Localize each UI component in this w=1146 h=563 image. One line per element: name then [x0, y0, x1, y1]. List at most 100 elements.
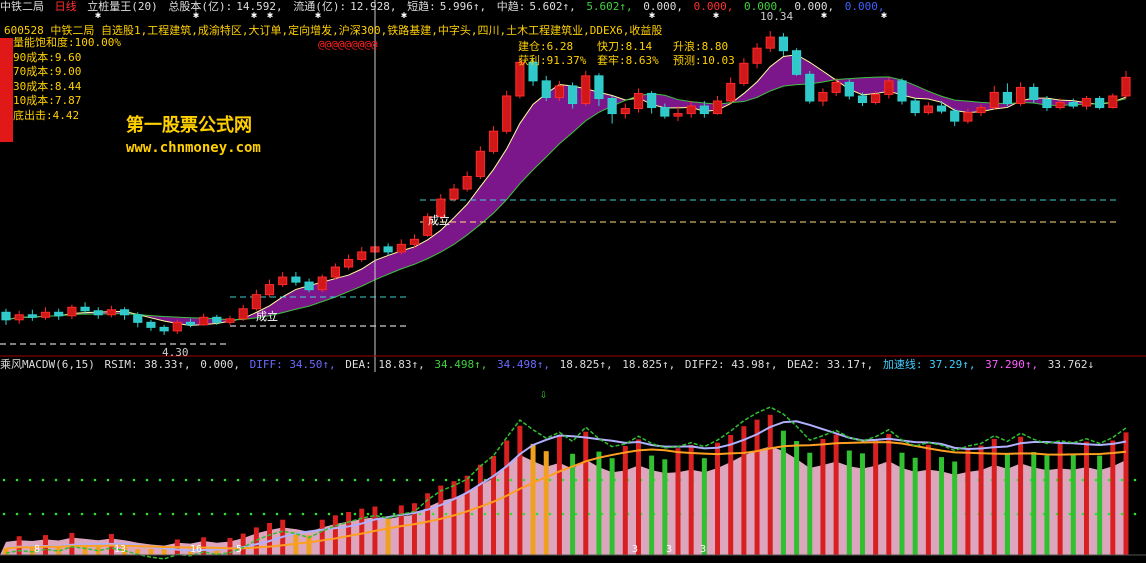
macd-bar	[978, 445, 984, 555]
macd-bar	[859, 453, 865, 555]
candles	[1, 31, 1131, 335]
signal-block	[0, 38, 13, 142]
guide-dot	[535, 512, 539, 516]
guide-dot	[314, 478, 318, 482]
guide-dot	[509, 512, 513, 516]
macd-count-label: 13	[114, 544, 126, 555]
guide-dot	[457, 478, 461, 482]
candle-down	[27, 314, 37, 318]
candle-down	[1, 311, 11, 321]
macd-bar	[715, 442, 721, 555]
candle-down	[383, 246, 393, 253]
macd-field-8: 18.825↑,	[559, 358, 613, 371]
guide-dot	[262, 478, 266, 482]
guide-dot	[288, 478, 292, 482]
macd-field-2: RSIM: 38.33↑,	[104, 358, 191, 371]
macd-bar	[1123, 432, 1129, 555]
macd-bar	[754, 419, 760, 555]
candle-up	[317, 276, 327, 291]
guide-dot	[353, 512, 357, 516]
stat-profit: 获利:91.37%	[518, 54, 587, 67]
macd-bar	[991, 438, 997, 555]
macd-field-12: 加速线: 37.29↑,	[882, 358, 976, 371]
guide-dot	[41, 512, 45, 516]
candle-up	[409, 238, 420, 245]
candle-up	[884, 80, 894, 95]
candle-up	[963, 112, 973, 122]
guide-dot	[132, 512, 136, 516]
chengli-label-1: 成立	[256, 310, 278, 323]
macd-bar	[161, 549, 167, 555]
guide-dot	[2, 478, 6, 482]
guide-dot	[223, 512, 227, 516]
cost-line-5: 10成本:7.87	[13, 94, 82, 107]
macd-bar	[1044, 455, 1050, 555]
mid-value: 5.602↑,	[529, 0, 576, 13]
cost-line-1: 量能饱和度:100.00%	[13, 36, 121, 49]
guide-dot	[171, 512, 175, 516]
macd-bar	[346, 512, 352, 555]
macd-bar	[846, 450, 852, 555]
candle-up	[818, 91, 828, 102]
guide-dot	[1094, 512, 1098, 516]
candle-up	[871, 93, 881, 104]
macd-bar	[1097, 455, 1103, 555]
guide-dot	[67, 478, 71, 482]
cost-line-3: 70成本:9.00	[13, 65, 82, 78]
indicator-name[interactable]: 立桩量王(20)	[87, 0, 158, 13]
macd-bar	[319, 519, 325, 555]
macd-bar	[477, 464, 483, 555]
guide-dot	[1107, 512, 1111, 516]
macd-bar	[425, 493, 431, 555]
guide-dot	[223, 478, 227, 482]
macd-field-6: 34.498↑,	[434, 358, 488, 371]
guide-dot	[275, 478, 279, 482]
candle-up	[831, 81, 841, 93]
guide-dot	[444, 478, 448, 482]
guide-dot	[184, 512, 188, 516]
macd-field-1[interactable]: 乘风MACDW(6,15)	[0, 358, 95, 371]
macd-bar	[1018, 436, 1024, 555]
guide-dot	[340, 512, 344, 516]
guide-dot	[93, 512, 97, 516]
guide-dot	[249, 512, 253, 516]
candle-down	[304, 281, 314, 291]
stock-name[interactable]: 中铁二局	[0, 0, 44, 13]
macd-bar	[899, 452, 905, 555]
macd-bar	[925, 444, 931, 555]
header-value-6: 0.000,	[844, 0, 885, 13]
guide-dot	[236, 478, 240, 482]
macd-bar	[952, 461, 958, 555]
macd-bar	[385, 518, 391, 555]
candle-down	[1068, 102, 1078, 107]
guide-dot	[522, 512, 526, 516]
short-value: 5.996↑,	[439, 0, 487, 13]
candle-down	[778, 36, 788, 52]
guide-dot	[2, 512, 6, 516]
candle-up	[712, 100, 723, 115]
candle-up	[1121, 76, 1131, 97]
guide-dot	[80, 512, 84, 516]
guide-dot	[28, 512, 32, 516]
candle-up	[620, 108, 630, 115]
guide-dot	[431, 478, 435, 482]
cost-line-6: 底出击:4.42	[13, 108, 80, 122]
guide-dot	[132, 478, 136, 482]
macd-header: 乘风MACDW(6,15) RSIM: 38.33↑, 0.000, DIFF:…	[0, 358, 1097, 372]
guide-dot	[496, 478, 500, 482]
guide-dot	[41, 478, 45, 482]
guide-dot	[444, 512, 448, 516]
guide-dot	[561, 478, 565, 482]
period-label[interactable]: 日线	[55, 0, 77, 13]
guide-dot	[275, 512, 279, 516]
float-label: 流通(亿):	[293, 0, 347, 13]
candle-up	[1081, 97, 1092, 107]
candle-down	[910, 100, 920, 114]
guide-dot	[509, 478, 513, 482]
macd-bar	[912, 457, 918, 555]
candle-down	[607, 97, 617, 115]
candle-up	[554, 85, 564, 98]
candle-up	[172, 321, 182, 332]
macd-bar	[609, 458, 615, 555]
guide-dot	[119, 478, 123, 482]
